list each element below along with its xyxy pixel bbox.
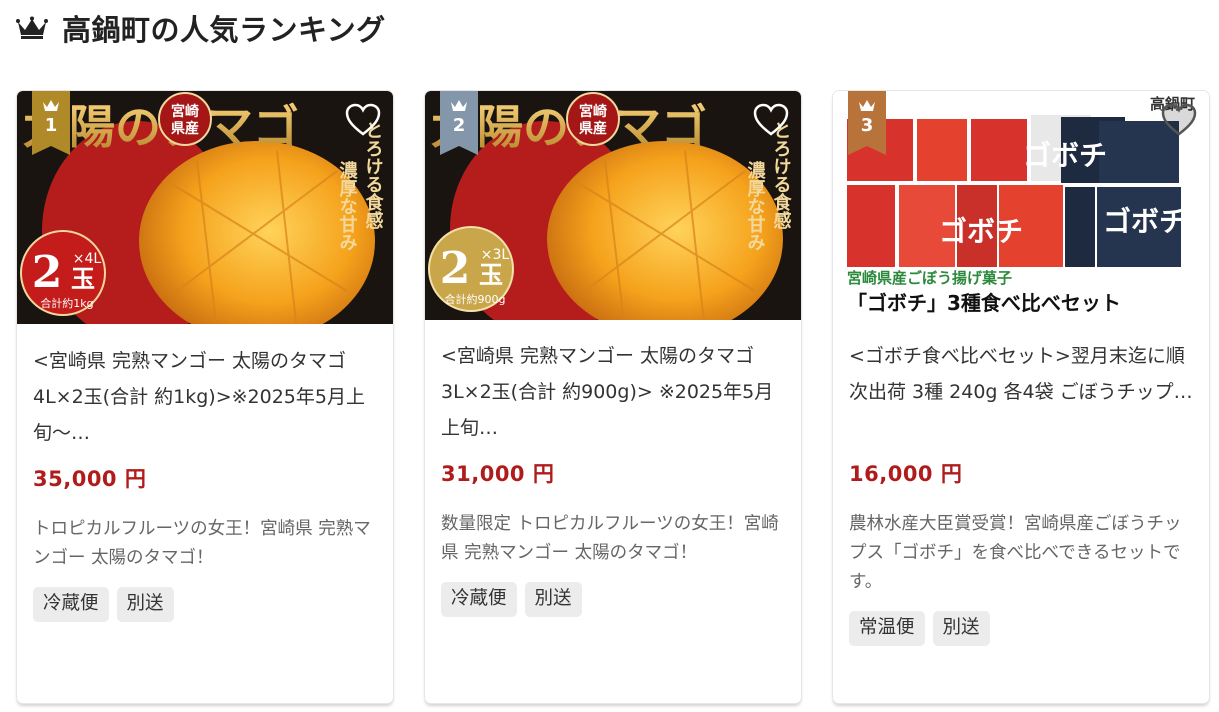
- product-image[interactable]: 太陽のタマゴ 宮崎 県産 2 ×3L 玉 合計約900g とろける食感 濃厚な甘…: [425, 91, 801, 320]
- ranking-card-1[interactable]: 太陽のタマゴ 宮崎 県産 2 ×4L 玉 合計約1kg とろける食感 濃厚な甘み…: [17, 91, 393, 703]
- ranking-card-3[interactable]: 高鍋町 ゴボチ ゴボチ ゴボチ 宮崎県産ごぼう揚げ菓子 「ゴボチ」3種: [833, 91, 1209, 703]
- crown-icon: [859, 100, 875, 111]
- mango-image: 太陽のタマゴ 宮崎 県産 2 ×3L 玉 合計約900g とろける食感 濃厚な甘…: [425, 91, 801, 320]
- rank-badge: 1: [32, 91, 70, 155]
- tag-list: 冷蔵便 別送: [441, 582, 785, 617]
- product-price: 31,000 円: [441, 462, 555, 486]
- svg-text:宮崎県産ごぼう揚げ菓子: 宮崎県産ごぼう揚げ菓子: [847, 269, 1012, 287]
- svg-text:玉: 玉: [71, 265, 95, 293]
- heart-icon[interactable]: [1161, 103, 1197, 137]
- svg-text:とろける食感: とろける食感: [363, 121, 385, 229]
- section-title: 高鍋町の人気ランキング: [62, 13, 386, 47]
- product-price: 35,000 円: [33, 467, 147, 491]
- product-title[interactable]: <宮崎県 完熟マンゴー 太陽のタマゴ 4L×2玉(合計 約1kg)>※2025年…: [33, 343, 377, 451]
- svg-text:宮崎: 宮崎: [171, 103, 199, 120]
- product-description: トロピカルフルーツの女王！宮崎県 完熟マンゴー 太陽のタマゴ！: [33, 519, 371, 568]
- tag-shipping: 冷蔵便: [33, 587, 109, 622]
- section-header: 高鍋町の人気ランキング: [16, 8, 386, 48]
- svg-text:濃厚な甘み: 濃厚な甘み: [745, 160, 766, 251]
- svg-text:玉: 玉: [479, 261, 503, 289]
- heart-icon[interactable]: [753, 103, 789, 137]
- svg-text:「ゴボチ」3種食べ比べセット: 「ゴボチ」3種食べ比べセット: [847, 291, 1121, 315]
- svg-text:ゴボチ: ゴボチ: [1103, 205, 1187, 238]
- mango-image: 太陽のタマゴ 宮崎 県産 2 ×4L 玉 合計約1kg とろける食感 濃厚な甘み: [17, 91, 393, 324]
- tag-list: 冷蔵便 別送: [33, 587, 377, 622]
- rank-number: 2: [452, 115, 466, 136]
- tag-separate: 別送: [524, 582, 582, 617]
- product-description: 数量限定 トロピカルフルーツの女王！宮崎県 完熟マンゴー 太陽のタマゴ！: [441, 514, 779, 563]
- svg-text:ゴボチ: ゴボチ: [1023, 139, 1107, 172]
- svg-text:濃厚な甘み: 濃厚な甘み: [337, 160, 358, 251]
- svg-text:とろける食感: とろける食感: [771, 121, 793, 229]
- svg-text:合計約1kg: 合計約1kg: [40, 296, 93, 310]
- crown-icon: [16, 16, 48, 39]
- tag-shipping: 常温便: [849, 611, 925, 646]
- svg-text:2: 2: [32, 247, 63, 298]
- tag-list: 常温便 別送: [849, 611, 1193, 646]
- tag-separate: 別送: [932, 611, 990, 646]
- crown-icon: [43, 100, 59, 111]
- svg-text:合計約900g: 合計約900g: [445, 292, 506, 306]
- rank-badge: 2: [440, 91, 478, 155]
- svg-text:県産: 県産: [579, 120, 607, 137]
- product-title[interactable]: <ゴボチ食べ比べセット>翌月末迄に順次出荷 3種 240g 各4袋 ごぼうチップ…: [849, 338, 1193, 446]
- svg-text:県産: 県産: [171, 120, 199, 137]
- svg-text:2: 2: [440, 243, 471, 294]
- heart-icon[interactable]: [345, 103, 381, 137]
- svg-text:ゴボチ: ゴボチ: [939, 215, 1023, 248]
- svg-text:宮崎: 宮崎: [579, 103, 607, 120]
- crown-icon: [451, 100, 467, 111]
- product-image[interactable]: 太陽のタマゴ 宮崎 県産 2 ×4L 玉 合計約1kg とろける食感 濃厚な甘み…: [17, 91, 393, 324]
- product-title[interactable]: <宮崎県 完熟マンゴー 太陽のタマゴ 3L×2玉(合計 約900g)> ※202…: [441, 338, 785, 446]
- product-price: 16,000 円: [849, 462, 963, 486]
- product-description: 農林水産大臣賞受賞！宮崎県産ごぼうチップス「ゴボチ」を食べ比べできるセットです。: [849, 514, 1182, 592]
- rank-badge: 3: [848, 91, 886, 155]
- rank-number: 3: [860, 115, 874, 136]
- tag-separate: 別送: [116, 587, 174, 622]
- ranking-card-2[interactable]: 太陽のタマゴ 宮崎 県産 2 ×3L 玉 合計約900g とろける食感 濃厚な甘…: [425, 91, 801, 703]
- product-image[interactable]: 高鍋町 ゴボチ ゴボチ ゴボチ 宮崎県産ごぼう揚げ菓子 「ゴボチ」3種: [833, 91, 1209, 320]
- tag-shipping: 冷蔵便: [441, 582, 517, 617]
- snack-package-image: 高鍋町 ゴボチ ゴボチ ゴボチ 宮崎県産ごぼう揚げ菓子 「ゴボチ」3種: [833, 91, 1209, 320]
- rank-number: 1: [44, 115, 58, 136]
